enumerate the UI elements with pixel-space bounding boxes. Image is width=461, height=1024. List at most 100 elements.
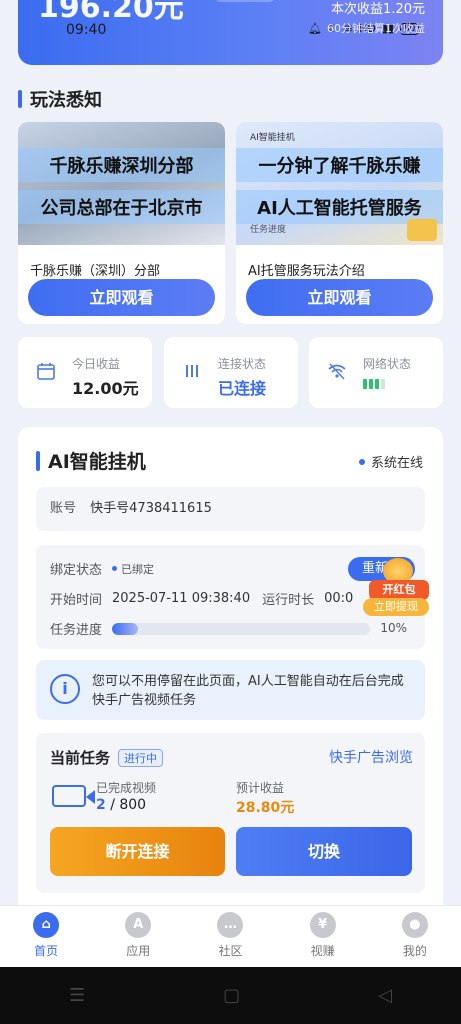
task-title-text: 当前任务 bbox=[50, 749, 111, 767]
settlement-note: 60分钟结算1次收益 bbox=[327, 22, 425, 35]
completed-videos-label: 已完成视频 bbox=[96, 781, 157, 795]
info-text: 您可以不用停留在此页面，AI人工智能自动在后台完成快手广告视频任务 bbox=[92, 674, 404, 708]
signal-bar bbox=[381, 379, 385, 389]
user-icon: ● bbox=[401, 912, 428, 938]
ai-panel-title: AI智能挂机 bbox=[36, 447, 146, 474]
task-title: 当前任务 进行中 bbox=[50, 747, 164, 768]
video-thumbnail[interactable]: 千脉乐赚深圳分部 公司总部在于北京市 bbox=[18, 122, 225, 245]
thumbnail-caption: 公司总部在于北京市 bbox=[18, 190, 225, 224]
progress-fill bbox=[112, 622, 138, 635]
signal-bar bbox=[375, 379, 379, 389]
network-signal-bars bbox=[363, 379, 385, 389]
video-camera-icon bbox=[52, 785, 95, 807]
tab-label: 首页 bbox=[34, 944, 59, 958]
watch-now-button[interactable]: 立即观看 bbox=[246, 279, 433, 316]
calendar-icon bbox=[36, 361, 56, 381]
tab-label: 视赚 bbox=[310, 944, 335, 958]
start-time-row: 开始时间 2025-07-11 09:38:40 运行时长 00:0 bbox=[50, 589, 353, 608]
video-card-ai-intro[interactable]: AI智能挂机 一分钟了解千脉乐赚 AI人工智能托管服务 任务进度 AI托管服务玩… bbox=[236, 122, 443, 324]
tab-apps[interactable]: A 应用 bbox=[103, 906, 173, 967]
home-square-icon[interactable]: ▢ bbox=[223, 985, 240, 1006]
back-icon[interactable]: ◁ bbox=[378, 985, 392, 1006]
yen-icon: ¥ bbox=[309, 912, 336, 938]
connection-status-card: 连接状态 已连接 bbox=[164, 337, 298, 408]
runtime-value: 00:0 bbox=[324, 591, 354, 606]
disconnect-button[interactable]: 断开连接 bbox=[50, 827, 225, 876]
start-time-label: 开始时间 bbox=[50, 593, 103, 608]
progress-track bbox=[112, 622, 371, 635]
current-task-box: 当前任务 进行中 快手广告浏览 已完成视频 2 / 800 预计收益 28.80… bbox=[36, 733, 425, 893]
tab-label: 社区 bbox=[218, 944, 243, 958]
wifi-off-icon bbox=[327, 361, 347, 381]
watch-now-button[interactable]: 立即观看 bbox=[28, 279, 215, 316]
title-accent-bar bbox=[18, 90, 22, 108]
info-notice: i 您可以不用停留在此页面，AI人工智能自动在后台完成快手广告视频任务 bbox=[36, 660, 425, 720]
title-accent-bar bbox=[36, 450, 40, 471]
online-text: 系统在线 bbox=[370, 456, 423, 471]
completed-count: 2 bbox=[96, 797, 106, 813]
income-label: 今日收益 bbox=[72, 357, 121, 371]
red-packet-label: 开红包 bbox=[369, 580, 429, 600]
progress-percent: 10% bbox=[380, 621, 407, 635]
connection-value: 已连接 bbox=[218, 379, 267, 398]
tab-label: 我的 bbox=[402, 944, 427, 958]
system-nav-bar: ☰ ▢ ◁ bbox=[0, 967, 461, 1024]
total-amount: 196.20元 bbox=[38, 0, 184, 25]
online-dot bbox=[358, 458, 365, 465]
thumbnail-footer: 任务进度 bbox=[250, 225, 287, 235]
video-title: 千脉乐赚（深圳）分部 bbox=[30, 264, 161, 279]
account-label: 账号 bbox=[50, 501, 77, 516]
bottom-tab-bar: ⌂ 首页 A 应用 … 社区 ¥ 视赚 ● 我的 bbox=[0, 905, 461, 967]
video-card-shenzhen[interactable]: 千脉乐赚深圳分部 公司总部在于北京市 千脉乐赚（深圳）分部 立即观看 bbox=[18, 122, 225, 324]
runtime-label: 运行时长 bbox=[262, 593, 315, 608]
total-count: / 800 bbox=[105, 797, 147, 813]
expected-income-value: 28.80元 bbox=[236, 800, 295, 816]
status-pill bbox=[214, 0, 276, 2]
bell-icon: 🔔︎ bbox=[308, 22, 322, 35]
start-time-value: 2025-07-11 09:38:40 bbox=[112, 591, 251, 606]
progress-label: 任务进度 bbox=[50, 623, 103, 638]
video-title: AI托管服务玩法介绍 bbox=[248, 264, 365, 279]
system-online-status: 系统在线 bbox=[358, 452, 423, 471]
today-income-card: 今日收益 12.00元 bbox=[18, 337, 152, 408]
thumbnail-badge bbox=[407, 219, 437, 241]
binding-label: 绑定状态 bbox=[50, 563, 103, 578]
withdraw-label: 立即提现 bbox=[363, 598, 429, 616]
switch-button[interactable]: 切换 bbox=[236, 827, 412, 876]
network-status-card: 网络状态 bbox=[309, 337, 443, 408]
chat-icon: … bbox=[217, 912, 244, 938]
signal-bar bbox=[369, 379, 373, 389]
bars-icon bbox=[182, 361, 202, 381]
app-icon: A bbox=[125, 912, 152, 938]
red-packet-float[interactable]: 开红包 立即提现 bbox=[363, 558, 435, 622]
menu-icon[interactable]: ☰ bbox=[69, 985, 85, 1006]
tab-mine[interactable]: ● 我的 bbox=[380, 906, 450, 967]
guide-section-title: 玩法悉知 bbox=[18, 86, 102, 112]
guide-title-text: 玩法悉知 bbox=[30, 90, 102, 111]
thumbnail-caption: 一分钟了解千脉乐赚 bbox=[236, 148, 443, 182]
tab-label: 应用 bbox=[126, 944, 151, 958]
network-label: 网络状态 bbox=[363, 357, 412, 371]
thumbnail-caption: 千脉乐赚深圳分部 bbox=[18, 148, 225, 182]
video-thumbnail[interactable]: AI智能挂机 一分钟了解千脉乐赚 AI人工智能托管服务 任务进度 bbox=[236, 122, 443, 245]
ai-hosting-panel: AI智能挂机 系统在线 账号 快手号4738411615 绑定状态 已绑定 重新… bbox=[18, 427, 443, 907]
account-row: 账号 快手号4738411615 bbox=[36, 487, 425, 531]
session-earnings: 本次收益1.20元 bbox=[331, 2, 425, 17]
task-status-badge: 进行中 bbox=[118, 748, 164, 767]
bound-dot bbox=[112, 566, 118, 571]
tab-community[interactable]: … 社区 bbox=[195, 906, 265, 967]
signal-bar bbox=[363, 379, 367, 389]
task-type-link[interactable]: 快手广告浏览 bbox=[329, 747, 413, 767]
info-icon: i bbox=[50, 674, 80, 704]
bound-text: 已绑定 bbox=[121, 562, 155, 576]
ai-title-text: AI智能挂机 bbox=[48, 451, 146, 473]
completed-videos-value: 2 / 800 bbox=[96, 797, 146, 813]
tab-home[interactable]: ⌂ 首页 bbox=[11, 906, 81, 967]
binding-status: 已绑定 bbox=[112, 561, 154, 577]
account-value: 快手号4738411615 bbox=[90, 501, 212, 516]
tab-video-earn[interactable]: ¥ 视赚 bbox=[288, 906, 358, 967]
connection-label: 连接状态 bbox=[218, 357, 267, 371]
earnings-banner: 196.20元 09:40 🔔︎ ☾ ≋ HD ▮▮ 80 本次收益1.20元 … bbox=[18, 0, 443, 65]
status-time: 09:40 bbox=[66, 22, 107, 38]
home-icon: ⌂ bbox=[33, 912, 60, 938]
